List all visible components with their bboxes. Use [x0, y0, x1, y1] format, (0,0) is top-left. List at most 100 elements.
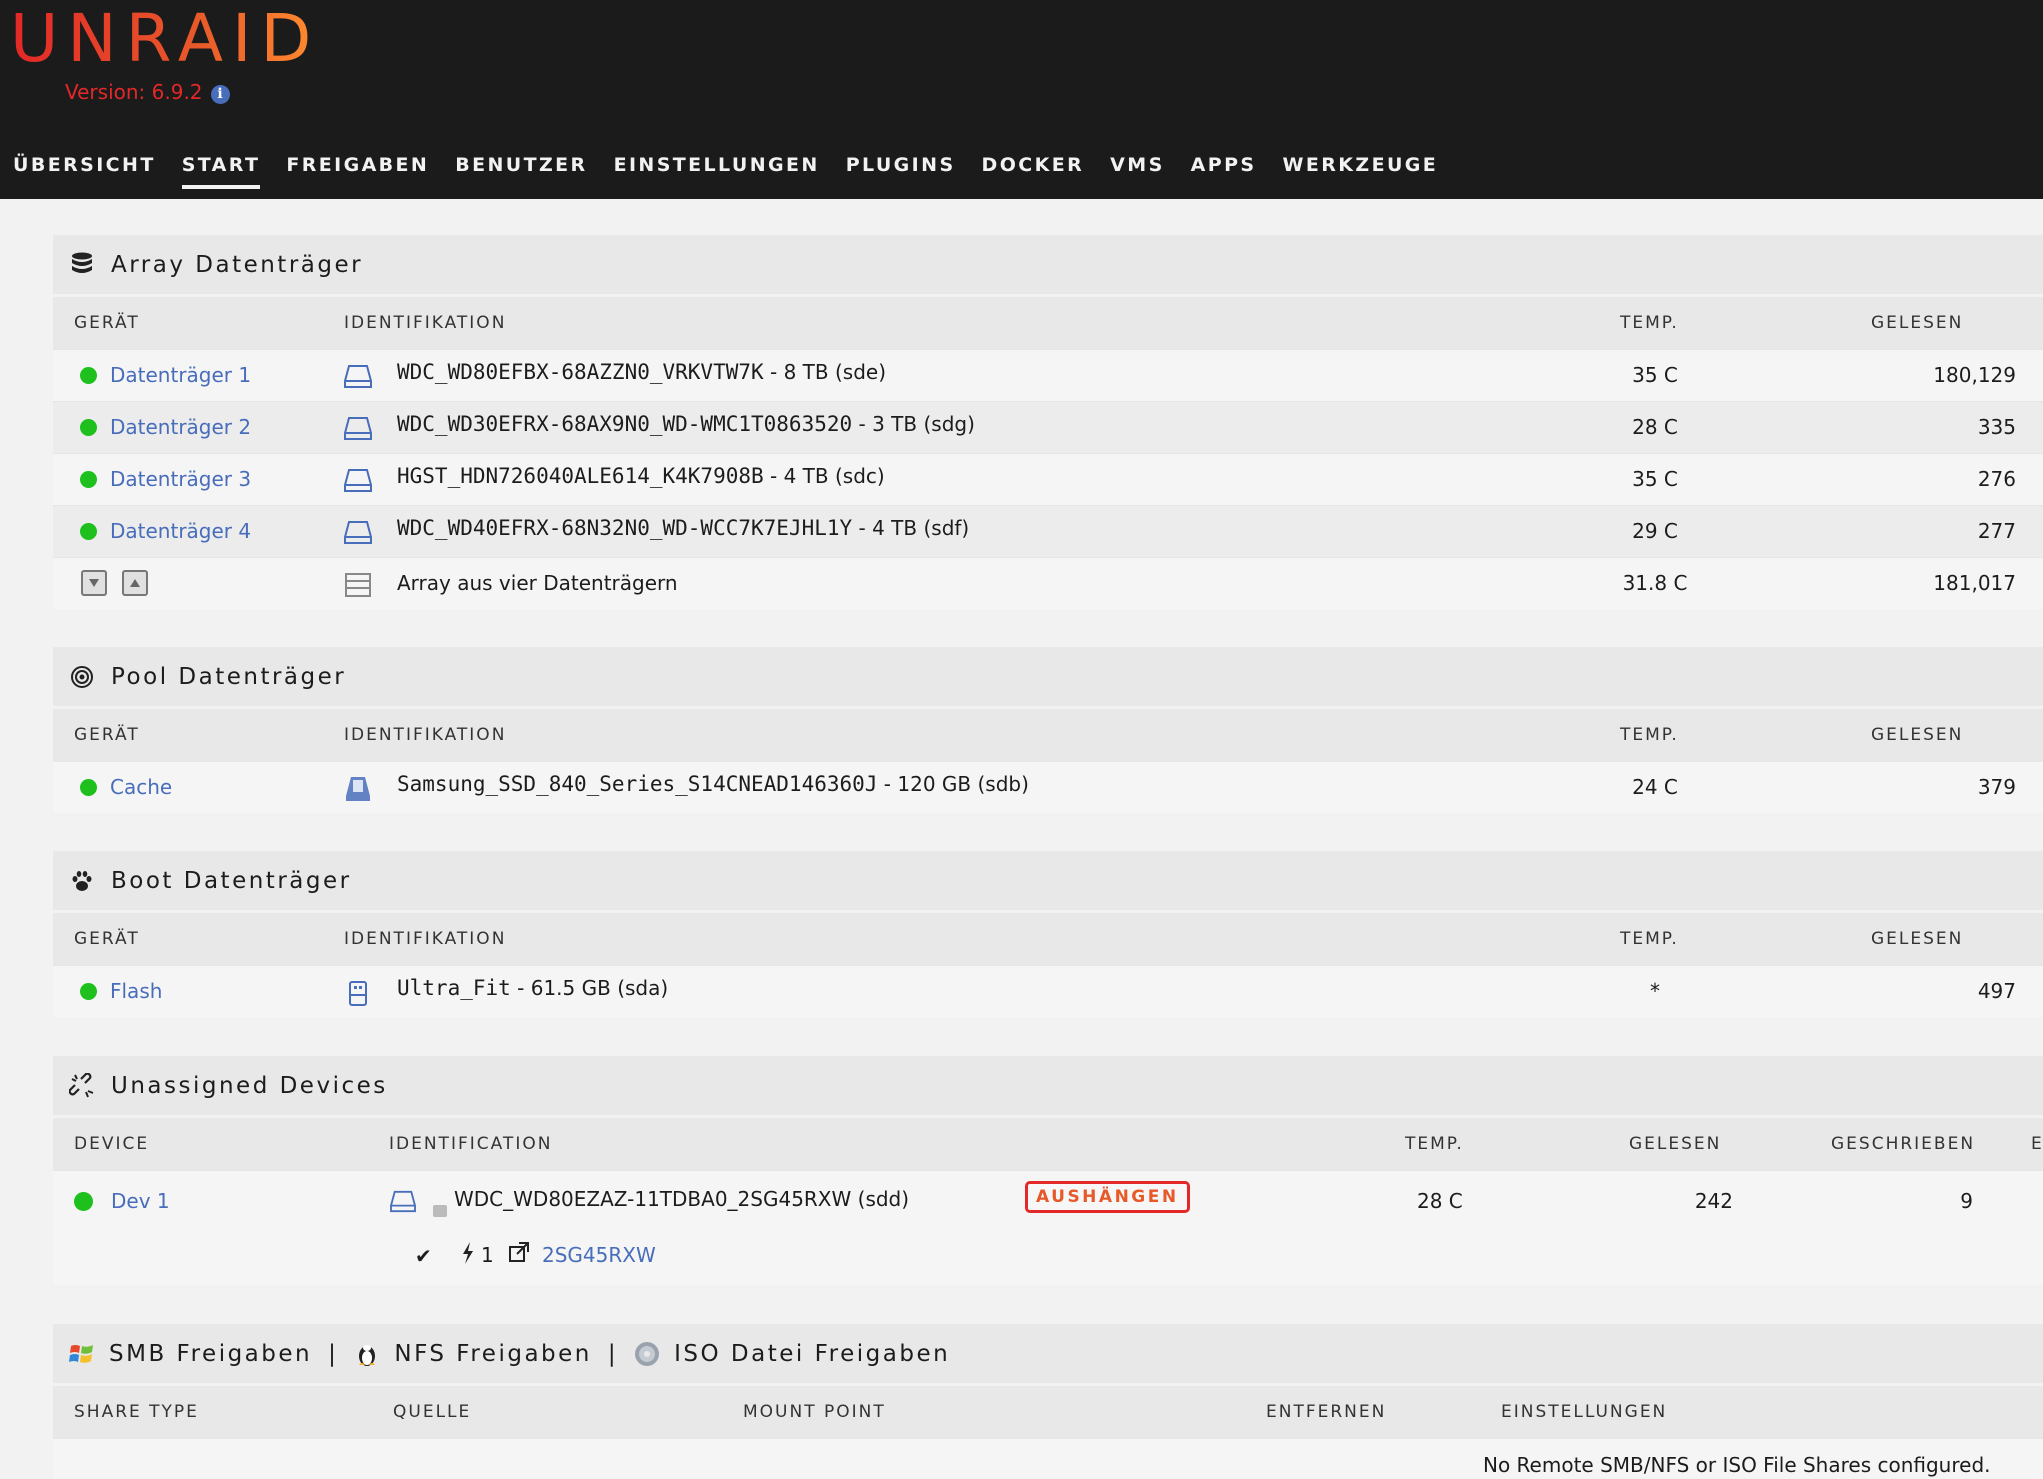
- temp-value: 29 C: [1632, 519, 1678, 543]
- smb-shares-title[interactable]: SMB Freigaben: [109, 1341, 312, 1367]
- external-link-icon[interactable]: [508, 1241, 530, 1268]
- partition-toggle-icon[interactable]: [433, 1205, 447, 1217]
- array-list-icon: [344, 571, 372, 604]
- disk-size: - 61.5 GB (sda): [510, 976, 669, 1000]
- disk-identification: Samsung_SSD_840_Series_S14CNEAD146360J -…: [397, 772, 1029, 796]
- disk-id: WDC_WD30EFRX-68AX9N0_WD-WMC1T0863520: [397, 412, 853, 436]
- info-icon[interactable]: i: [210, 85, 230, 104]
- device-link[interactable]: Datenträger 1: [110, 363, 251, 387]
- status-dot-icon: [80, 367, 97, 384]
- device-link[interactable]: Datenträger 4: [110, 519, 251, 543]
- panel-title-array: Array Datenträger: [53, 235, 2043, 297]
- unassigned-panel: Unassigned Devices DEVICE IDENTIFICATION…: [53, 1056, 2043, 1285]
- database-icon: [69, 252, 95, 278]
- hdd-icon[interactable]: [344, 415, 372, 446]
- col-identification: IDENTIFIKATION: [344, 725, 507, 745]
- disk-size: - 8 TB (sde): [763, 360, 886, 384]
- disk-size: - 4 TB (sdf): [852, 516, 970, 540]
- temp-value: 35 C: [1632, 363, 1678, 387]
- disk-id: WDC_WD40EFRX-68N32N0_WD-WCC7K7EJHL1Y: [397, 516, 853, 540]
- mount-point-link[interactable]: 2SG45RXW: [542, 1243, 656, 1267]
- table-header: GERÄT IDENTIFIKATION TEMP. GELESEN: [53, 297, 2043, 349]
- tab-vms[interactable]: VMS: [1097, 150, 1178, 190]
- header: UNRAID Version: 6.9.2 i ÜBERSICHT START F…: [0, 0, 2043, 199]
- col-mount-point: MOUNT POINT: [743, 1402, 886, 1422]
- status-dot-icon: [80, 779, 97, 796]
- disk-id: Samsung_SSD_840_Series_S14CNEAD146360J: [397, 772, 878, 796]
- read-value: 335: [1977, 415, 2016, 439]
- usb-flash-icon[interactable]: [344, 979, 372, 1012]
- collapse-up-icon[interactable]: [122, 570, 148, 596]
- col-device: GERÄT: [74, 929, 140, 949]
- main-nav: ÜBERSICHT START FREIGABEN BENUTZER EINST…: [0, 150, 1451, 190]
- collapse-down-icon[interactable]: [81, 570, 107, 596]
- tab-shares[interactable]: FREIGABEN: [273, 150, 442, 190]
- disk-id: Ultra_Fit: [397, 976, 511, 1000]
- col-temp: TEMP.: [1405, 1134, 1464, 1154]
- table-row: Datenträger 3 HGST_HDN726040ALE614_K4K79…: [53, 453, 2043, 505]
- tab-docker[interactable]: DOCKER: [969, 150, 1098, 190]
- tab-apps[interactable]: APPS: [1178, 150, 1270, 190]
- disk-identification: HGST_HDN726040ALE614_K4K7908B - 4 TB (sd…: [397, 464, 885, 488]
- tab-tools[interactable]: WERKZEUGE: [1270, 150, 1452, 190]
- device-link[interactable]: Flash: [110, 979, 162, 1003]
- tab-settings[interactable]: EINSTELLUNGEN: [601, 150, 833, 190]
- linux-penguin-icon: [354, 1341, 380, 1367]
- panel-title-text: Array Datenträger: [111, 251, 364, 278]
- hdd-icon[interactable]: [344, 519, 372, 550]
- temp-value: *: [1650, 979, 1660, 1003]
- read-value: 277: [1977, 519, 2016, 543]
- read-value: 242: [1694, 1189, 1733, 1213]
- hdd-icon[interactable]: [344, 467, 372, 498]
- col-read: GELESEN: [1871, 725, 1964, 745]
- tab-users[interactable]: BENUTZER: [442, 150, 600, 190]
- disk-identification: WDC_WD40EFRX-68N32N0_WD-WCC7K7EJHL1Y - 4…: [397, 516, 969, 540]
- disk-identification: Ultra_Fit - 61.5 GB (sda): [397, 976, 668, 1000]
- hdd-icon[interactable]: [390, 1189, 416, 1218]
- array-summary-text: Array aus vier Datenträgern: [397, 571, 678, 595]
- table-row: Cache Samsung_SSD_840_Series_S14CNEAD146…: [53, 761, 2043, 813]
- tab-plugins[interactable]: PLUGINS: [833, 150, 969, 190]
- unmount-button[interactable]: AUSHÄNGEN: [1025, 1181, 1190, 1213]
- check-icon: ✔: [415, 1244, 432, 1268]
- ssd-icon[interactable]: [344, 775, 372, 808]
- table-row: Dev 1 WDC_WD80EZAZ-11TDBA0_2SG45RXW (sdd…: [53, 1170, 2043, 1285]
- col-read: GELESEN: [1871, 313, 1964, 333]
- written-value: 9: [1960, 1189, 1973, 1213]
- iso-shares-title[interactable]: ISO Datei Freigaben: [674, 1341, 950, 1367]
- disk-id: HGST_HDN726040ALE614_K4K7908B: [397, 464, 764, 488]
- device-link[interactable]: Datenträger 3: [110, 467, 251, 491]
- tab-start[interactable]: START: [169, 150, 274, 190]
- device-link[interactable]: Cache: [110, 775, 172, 799]
- status-dot-icon: [80, 419, 97, 436]
- col-device: GERÄT: [74, 725, 140, 745]
- device-link[interactable]: Dev 1: [111, 1189, 170, 1213]
- panel-title-text: Boot Datenträger: [111, 867, 352, 894]
- array-panel: Array Datenträger GERÄT IDENTIFIKATION T…: [53, 235, 2043, 609]
- version-label: Version: 6.9.2 i: [65, 80, 230, 104]
- hdd-icon[interactable]: [344, 363, 372, 394]
- device-link[interactable]: Datenträger 2: [110, 415, 251, 439]
- table-header: GERÄT IDENTIFIKATION TEMP. GELESEN: [53, 709, 2043, 761]
- unraid-logo[interactable]: UNRAID: [10, 6, 320, 72]
- col-identification: IDENTIFIKATION: [344, 313, 507, 333]
- unlink-icon: [69, 1072, 95, 1099]
- col-read: GELESEN: [1629, 1134, 1722, 1154]
- panel-title-text: Pool Datenträger: [111, 663, 347, 690]
- disk-size: - 120 GB (sdb): [877, 772, 1029, 796]
- empty-row: No Remote SMB/NFS or ISO File Shares con…: [53, 1438, 2043, 1479]
- nfs-shares-title[interactable]: NFS Freigaben: [394, 1341, 592, 1367]
- version-text: Version: 6.9.2: [65, 80, 203, 104]
- disk-identification: WDC_WD30EFRX-68AX9N0_WD-WMC1T0863520 - 3…: [397, 412, 975, 436]
- disc-icon: [634, 1341, 660, 1367]
- temp-value: 31.8 C: [1622, 571, 1688, 595]
- disk-identification: WDC_WD80EFBX-68AZZN0_VRKVTW7K - 8 TB (sd…: [397, 360, 886, 384]
- title-separator: |: [328, 1340, 339, 1367]
- title-separator: |: [607, 1340, 619, 1367]
- windows-logo-icon: [69, 1341, 95, 1367]
- bullseye-icon: [69, 664, 95, 690]
- tab-overview[interactable]: ÜBERSICHT: [0, 150, 169, 190]
- panel-title-unassigned: Unassigned Devices: [53, 1056, 2043, 1118]
- table-header: DEVICE IDENTIFICATION TEMP. GELESEN GESC…: [53, 1118, 2043, 1170]
- read-value: 180,129: [1933, 363, 2016, 387]
